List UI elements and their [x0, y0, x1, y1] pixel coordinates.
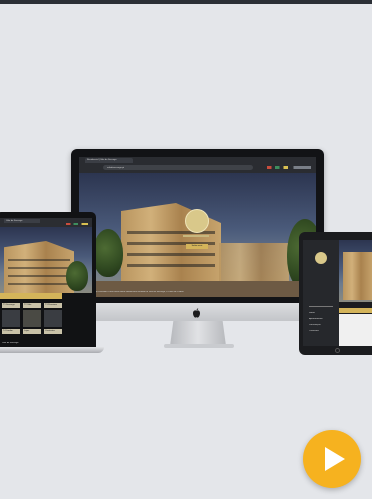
laptop-thumbnail — [2, 310, 20, 327]
laptop-browser-tab[interactable]: Vale do Sossego — [4, 219, 40, 223]
hero-cta-button[interactable]: Saiba mais — [186, 244, 208, 249]
play-button[interactable] — [303, 430, 361, 488]
apple-logo-icon — [192, 305, 201, 318]
imac-browser-extension-icons — [267, 166, 311, 169]
laptop-browser-chrome: Vale do Sossego — [0, 218, 92, 227]
laptop-menu-item[interactable]: Contactos — [44, 329, 62, 334]
imac-browser-tab[interactable]: Residencial | Vale do Sossego — [85, 158, 133, 163]
imac-browser-chrome: Residencial | Vale do Sossego valedososs… — [79, 157, 316, 173]
tablet-menu-item[interactable]: Apartamentos — [309, 318, 335, 321]
tablet-sidebar: Sobre Apartamentos Localização Contactos — [303, 240, 339, 346]
tablet-logo-emblem — [315, 252, 327, 264]
imac-footer-caption: Sossego Premium é uma nova oferta habita… — [89, 291, 184, 293]
imac-stand-base — [164, 344, 234, 348]
laptop-menu-item[interactable]: T4 Jardim — [2, 329, 20, 334]
tree-left — [93, 229, 123, 277]
tablet-menu-item[interactable]: Sobre — [309, 312, 335, 315]
imac-stand — [170, 321, 226, 346]
tablet-menu-item[interactable]: Localização — [309, 324, 335, 327]
building-wing — [219, 243, 289, 283]
laptop-menu-item[interactable]: T2 Vale — [23, 303, 41, 308]
laptop-thumbnail — [23, 310, 41, 327]
laptop-thumbnail — [44, 310, 62, 327]
tablet-gold-band — [339, 308, 372, 313]
laptop-menu-item[interactable]: T1 Sossego — [2, 303, 20, 308]
logo-underline — [183, 235, 209, 237]
imac-address-bar[interactable]: valedosossego.pt — [103, 165, 253, 170]
laptop-building-windows — [8, 253, 70, 289]
laptop-menu-item[interactable]: T3 Premium — [44, 303, 62, 308]
tablet-device: Sobre Apartamentos Localização Contactos — [299, 232, 372, 355]
tablet-menu-item[interactable]: Contactos — [309, 330, 335, 333]
tablet-divider — [309, 306, 333, 307]
tablet-building — [343, 252, 372, 300]
laptop-hero-image — [0, 227, 92, 293]
laptop-base — [0, 347, 104, 353]
tablet-hero-image — [339, 240, 372, 302]
laptop-menu-item[interactable]: Lojas — [23, 329, 41, 334]
logo-emblem — [185, 209, 209, 233]
laptop-extension-icons — [66, 223, 88, 225]
imac-screen-bezel: Residencial | Vale do Sossego valedososs… — [71, 149, 324, 303]
tablet-content-card — [339, 314, 372, 346]
laptop-screen-bezel: Vale do Sossego T1 Sossego T2 Vale T3 Pr… — [0, 212, 96, 347]
laptop-tree — [66, 261, 88, 291]
tablet-home-button[interactable] — [335, 348, 340, 353]
imac-hero-image: Saiba mais — [79, 173, 316, 297]
laptop-footer: Vale do Sossego — [2, 342, 19, 344]
laptop-menu-grid: T1 Sossego T2 Vale T3 Premium T4 Jardim … — [0, 301, 62, 341]
device-mockup-scene: Residencial | Vale do Sossego valedososs… — [0, 0, 372, 499]
laptop-gold-band — [0, 293, 62, 299]
